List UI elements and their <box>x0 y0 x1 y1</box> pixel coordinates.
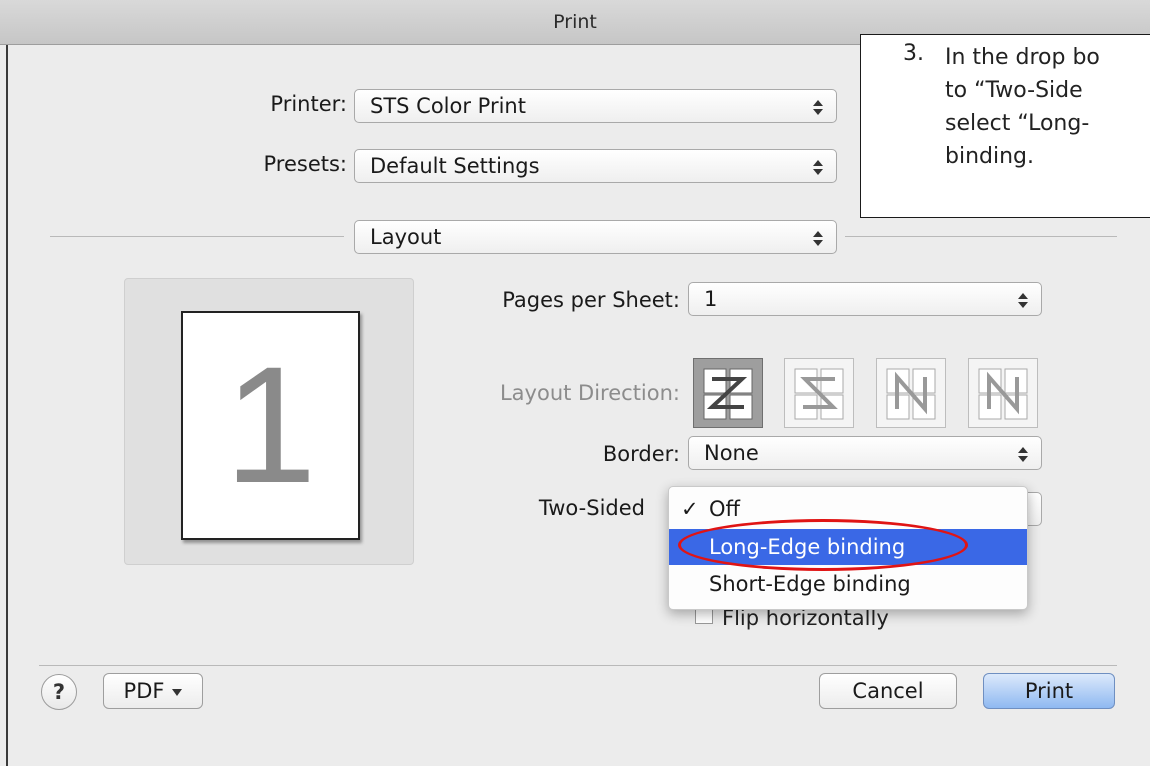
pdf-label: PDF <box>123 679 165 703</box>
checkmark-icon: ✓ <box>681 497 699 521</box>
updown-arrows-icon <box>812 150 824 182</box>
border-select[interactable]: None <box>688 436 1042 470</box>
updown-arrows-icon <box>812 90 824 122</box>
z-direction-icon <box>703 368 753 420</box>
callout-number: 3. <box>903 41 924 66</box>
pages-per-sheet-value: 1 <box>704 287 718 311</box>
menu-item-off[interactable]: ✓ Off <box>669 491 1027 527</box>
n-direction-icon <box>978 368 1028 420</box>
page-preview: 1 <box>124 278 414 565</box>
separator-right <box>845 236 1117 237</box>
pdf-button[interactable]: PDF <box>103 673 203 709</box>
separator-left <box>50 236 344 237</box>
menu-item-short-edge[interactable]: Short-Edge binding <box>669 566 1027 602</box>
pages-per-sheet-label: Pages per Sheet: <box>502 288 680 312</box>
layout-s-direction-button[interactable] <box>784 358 854 428</box>
menu-item-off-label: Off <box>709 497 740 521</box>
panel-select[interactable]: Layout <box>354 220 837 254</box>
printer-label: Printer: <box>270 92 347 116</box>
s-direction-icon <box>794 368 844 420</box>
border-value: None <box>704 441 759 465</box>
menu-item-short-edge-label: Short-Edge binding <box>709 572 911 596</box>
border-label: Border: <box>602 442 680 466</box>
updown-arrows-icon <box>812 221 824 253</box>
updown-arrows-icon <box>1017 437 1029 469</box>
background-window-edge <box>0 0 8 766</box>
flip-checkbox[interactable] <box>695 608 713 624</box>
instruction-callout: 3. In the drop bo to “Two-Side select “L… <box>860 34 1150 218</box>
cancel-button[interactable]: Cancel <box>819 673 957 709</box>
help-button[interactable]: ? <box>41 674 77 710</box>
n-reverse-direction-icon <box>886 368 936 420</box>
layout-n-direction-button[interactable] <box>968 358 1038 428</box>
menu-item-long-edge-label: Long-Edge binding <box>709 535 906 559</box>
two-sided-menu: ✓ Off Long-Edge binding Short-Edge bindi… <box>668 486 1028 610</box>
layout-direction-label: Layout Direction: <box>499 381 680 405</box>
presets-select[interactable]: Default Settings <box>354 149 837 183</box>
two-sided-label: Two-Sided <box>538 496 645 520</box>
presets-label: Presets: <box>263 152 348 176</box>
pages-per-sheet-select[interactable]: 1 <box>688 282 1042 316</box>
menu-item-long-edge[interactable]: Long-Edge binding <box>669 529 1027 565</box>
printer-select[interactable]: STS Color Print <box>354 89 837 123</box>
callout-text: In the drop bo to “Two-Side select “Long… <box>945 45 1100 169</box>
panel-value: Layout <box>370 225 442 249</box>
footer-separator <box>39 665 1117 666</box>
print-button[interactable]: Print <box>983 673 1115 709</box>
preview-page-number: 1 <box>181 311 360 540</box>
caret-down-icon <box>172 688 183 696</box>
layout-n-reverse-direction-button[interactable] <box>876 358 946 428</box>
layout-z-direction-button[interactable] <box>693 358 763 428</box>
presets-value: Default Settings <box>370 154 540 178</box>
updown-arrows-icon <box>1017 283 1029 315</box>
printer-value: STS Color Print <box>370 94 526 118</box>
